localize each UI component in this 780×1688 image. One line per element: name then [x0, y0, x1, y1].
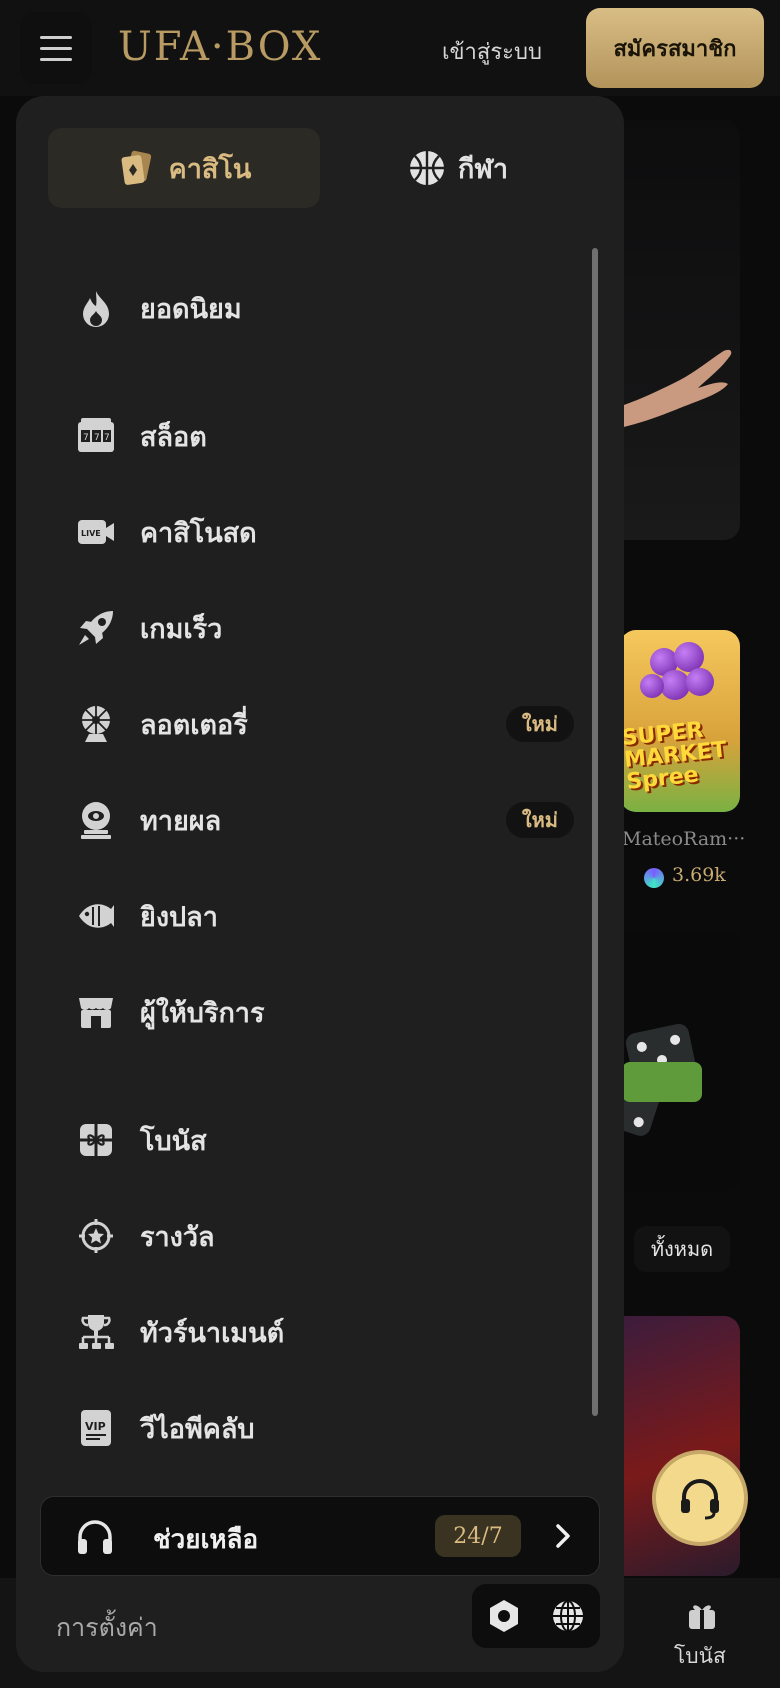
storefront-icon [76, 992, 116, 1032]
flame-icon [76, 288, 116, 328]
win-amount: 3.69k [672, 864, 726, 886]
signup-button[interactable]: สมัครสมาชิก [586, 8, 764, 88]
menu-item-vip-club[interactable]: VIP วีไอพีคลับ [76, 1396, 576, 1460]
live-camera-icon: LIVE [76, 512, 116, 552]
menu-label: สล็อต [140, 421, 207, 453]
menu-label: ผู้ให้บริการ [140, 997, 265, 1029]
chevron-right-icon [556, 1524, 570, 1548]
svg-text:VIP: VIP [85, 1420, 106, 1433]
game-title: SUPER MARKET Spree [620, 717, 728, 795]
trophy-icon [76, 1312, 116, 1352]
menu-item-popular[interactable]: ยอดนิยม [76, 276, 576, 340]
drawer-scrollbar[interactable] [592, 248, 598, 1416]
settings-label: การตั้งค่า [56, 1613, 158, 1642]
hand-illustration [610, 349, 732, 430]
menu-item-lottery[interactable]: ลอตเตอรี่ ใหม่ [76, 692, 576, 756]
menu-label: ทัวร์นาเมนต์ [140, 1317, 285, 1349]
menu-item-fishing[interactable]: ยิงปลา [76, 884, 576, 948]
tab-label: คาสิโน [168, 153, 252, 185]
settings-toggle-group [472, 1584, 600, 1648]
menu-item-slots[interactable]: 777 สล็อต [76, 404, 576, 468]
menu-label: เกมเร็ว [140, 613, 223, 645]
see-all-button[interactable]: ทั้งหมด [634, 1226, 730, 1272]
hamburger-icon [40, 32, 72, 65]
headset-icon [681, 1479, 719, 1520]
svg-text:LIVE: LIVE [81, 529, 101, 538]
player-name: MateoRam··· [622, 828, 746, 850]
fish-icon [76, 896, 116, 936]
menu-item-tournament[interactable]: ทัวร์นาเมนต์ [76, 1300, 576, 1364]
menu-label: คาสิโนสด [140, 517, 257, 549]
slot-machine-icon: 777 [76, 416, 116, 456]
support-chat-button[interactable] [652, 1450, 748, 1546]
bottom-nav-label[interactable]: โบนัส [674, 1640, 726, 1673]
category-tabs: คาสิโน กีฬา [48, 128, 594, 208]
menu-item-rewards[interactable]: รางวัล [76, 1204, 576, 1268]
svg-text:7: 7 [104, 433, 110, 443]
new-badge: ใหม่ [505, 802, 574, 838]
menu-label: ยอดนิยม [140, 293, 242, 325]
menu-item-fast-games[interactable]: เกมเร็ว [76, 596, 576, 660]
playing-cards-icon [121, 150, 151, 185]
menu-label: ลอตเตอรี่ [140, 709, 248, 741]
rocket-icon [76, 608, 116, 648]
basketball-icon [410, 151, 445, 185]
gift-icon [76, 1120, 116, 1160]
menu-item-live-casino[interactable]: LIVE คาสิโนสด [76, 500, 576, 564]
game-thumbnail[interactable]: SUPER MARKET Spree [620, 630, 740, 812]
help-label: ช่วยเหลือ [153, 1525, 259, 1555]
crystal-ball-icon [76, 800, 116, 840]
menu-item-predictions[interactable]: ทายผล ใหม่ [76, 788, 576, 852]
side-drawer: คาสิโน กีฬา ยอดนิยม 777 สล็อต LIVE คาสิโ… [16, 96, 624, 1672]
help-support-bar[interactable]: ช่วยเหลือ 24/7 [40, 1496, 600, 1576]
menu-toggle-button[interactable] [20, 12, 92, 84]
lottery-wheel-icon [76, 704, 116, 744]
menu-item-providers[interactable]: ผู้ให้บริการ [76, 980, 576, 1044]
headphones-icon [78, 1520, 112, 1554]
brand-logo[interactable]: UFA·BOX [118, 24, 322, 70]
menu-label: โบนัส [140, 1125, 207, 1157]
menu-item-bonus[interactable]: โบนัส [76, 1108, 576, 1172]
coin-icon [644, 868, 664, 888]
settings-hexagon-icon[interactable] [486, 1598, 522, 1634]
new-badge: ใหม่ [505, 706, 574, 742]
tab-casino[interactable]: คาสิโน [48, 128, 320, 208]
menu-label: รางวัล [140, 1221, 215, 1253]
top-header: UFA·BOX เข้าสู่ระบบ สมัครสมาชิก [0, 0, 780, 96]
help-hours-badge: 24/7 [435, 1515, 521, 1557]
cash-stack-icon [622, 1062, 702, 1102]
svg-text:7: 7 [94, 433, 100, 443]
tab-label: กีฬา [458, 153, 508, 185]
vip-card-icon: VIP [76, 1408, 116, 1448]
menu-label: ทายผล [140, 805, 222, 837]
tab-sports[interactable]: กีฬา [322, 128, 594, 208]
login-link[interactable]: เข้าสู่ระบบ [442, 34, 542, 69]
gift-icon[interactable] [686, 1600, 718, 1632]
menu-label: วีไอพีคลับ [140, 1413, 255, 1445]
menu-label: ยิงปลา [140, 901, 218, 933]
reward-star-icon [76, 1216, 116, 1256]
svg-text:7: 7 [83, 433, 89, 443]
globe-icon[interactable] [550, 1598, 586, 1634]
